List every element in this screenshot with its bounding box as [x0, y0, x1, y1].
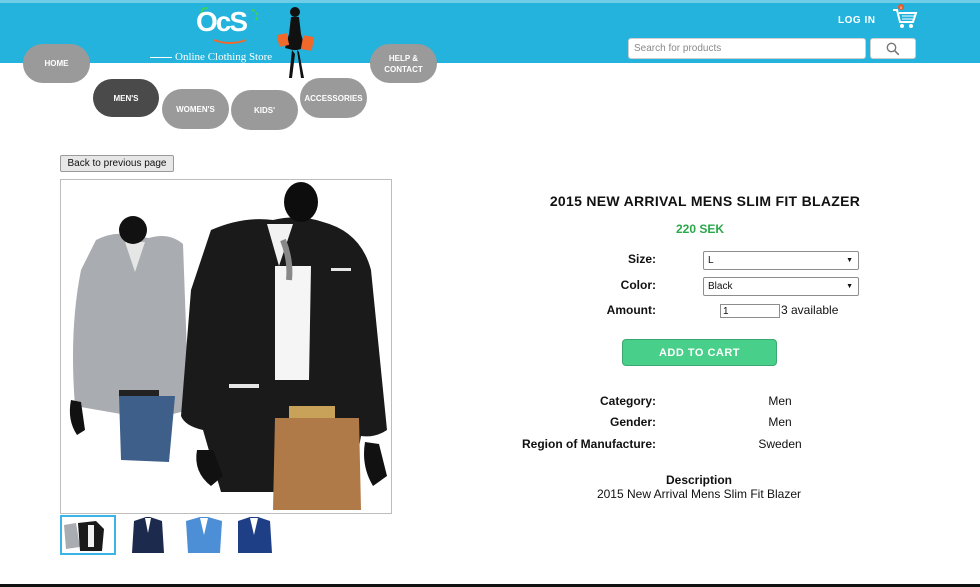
site-logo[interactable]: OcS Online Clothing Store [150, 4, 315, 84]
nav-mens-label: MEN'S [113, 93, 139, 103]
search-input[interactable] [628, 38, 866, 59]
amount-label: Amount: [606, 303, 656, 317]
region-value: Sweden [758, 437, 802, 451]
availability-text: 3 available [781, 303, 839, 317]
nav-kids[interactable]: KIDS' [231, 90, 298, 130]
product-title: 2015 NEW ARRIVAL MENS SLIM FIT BLAZER [549, 193, 861, 209]
logo-mark: OcS [196, 6, 248, 37]
color-select-value: Black [708, 281, 733, 292]
description-heading: Description [665, 473, 732, 487]
nav-home[interactable]: HOME [23, 44, 90, 83]
region-label: Region of Manufacture: [522, 437, 656, 451]
color-select[interactable]: Black ▼ [703, 277, 859, 296]
add-to-cart-button[interactable]: ADD TO CART [622, 339, 777, 366]
category-label: Category: [599, 394, 656, 408]
nav-womens-label: WOMEN'S [176, 104, 215, 114]
thumbnail-4[interactable] [228, 515, 284, 555]
shopping-cart-icon[interactable]: 0 [892, 4, 918, 30]
nav-mens[interactable]: MEN'S [93, 79, 159, 117]
dropdown-arrow-icon: ▼ [846, 283, 853, 290]
nav-accessories-label: ACCESSORIES [304, 93, 363, 103]
nav-help-label-line1: HELP & [388, 53, 419, 63]
nav-womens[interactable]: WOMEN'S [162, 89, 229, 129]
product-main-image [60, 179, 392, 514]
product-price: 220 SEK [675, 222, 725, 236]
size-label: Size: [627, 252, 656, 266]
add-to-cart-label: ADD TO CART [658, 346, 741, 359]
back-button[interactable]: Back to previous page [60, 155, 174, 172]
size-select[interactable]: L ▼ [703, 251, 859, 270]
color-label: Color: [620, 278, 656, 292]
thumbnail-1[interactable] [60, 515, 116, 555]
nav-home-label: HOME [44, 59, 69, 68]
search-icon [886, 42, 900, 55]
thumbnail-2-image [120, 515, 176, 555]
thumbnail-3-image [176, 515, 232, 555]
thumbnail-1-image [62, 517, 114, 553]
gender-value: Men [768, 415, 792, 429]
thumbnail-2[interactable] [120, 515, 176, 555]
dropdown-arrow-icon: ▼ [846, 257, 853, 264]
search-button[interactable] [870, 38, 916, 59]
description-text: 2015 New Arrival Mens Slim Fit Blazer [596, 487, 802, 501]
thumbnail-3[interactable] [176, 515, 232, 555]
nav-help-contact[interactable]: HELP & CONTACT [370, 44, 437, 83]
amount-input[interactable] [720, 304, 780, 318]
blazer-photo [69, 182, 387, 510]
category-value: Men [768, 394, 792, 408]
logo-text: Online Clothing Store [150, 51, 272, 63]
nav-kids-label: KIDS' [253, 105, 275, 115]
nav-help-label-line2: CONTACT [384, 64, 423, 74]
shopping-lady-icon [276, 7, 315, 78]
nav-accessories[interactable]: ACCESSORIES [300, 78, 367, 118]
login-link[interactable]: LOG IN [838, 15, 875, 26]
header-highlight [0, 0, 980, 3]
size-select-value: L [708, 255, 714, 266]
gender-label: Gender: [609, 415, 656, 429]
thumbnail-4-image [228, 515, 284, 555]
